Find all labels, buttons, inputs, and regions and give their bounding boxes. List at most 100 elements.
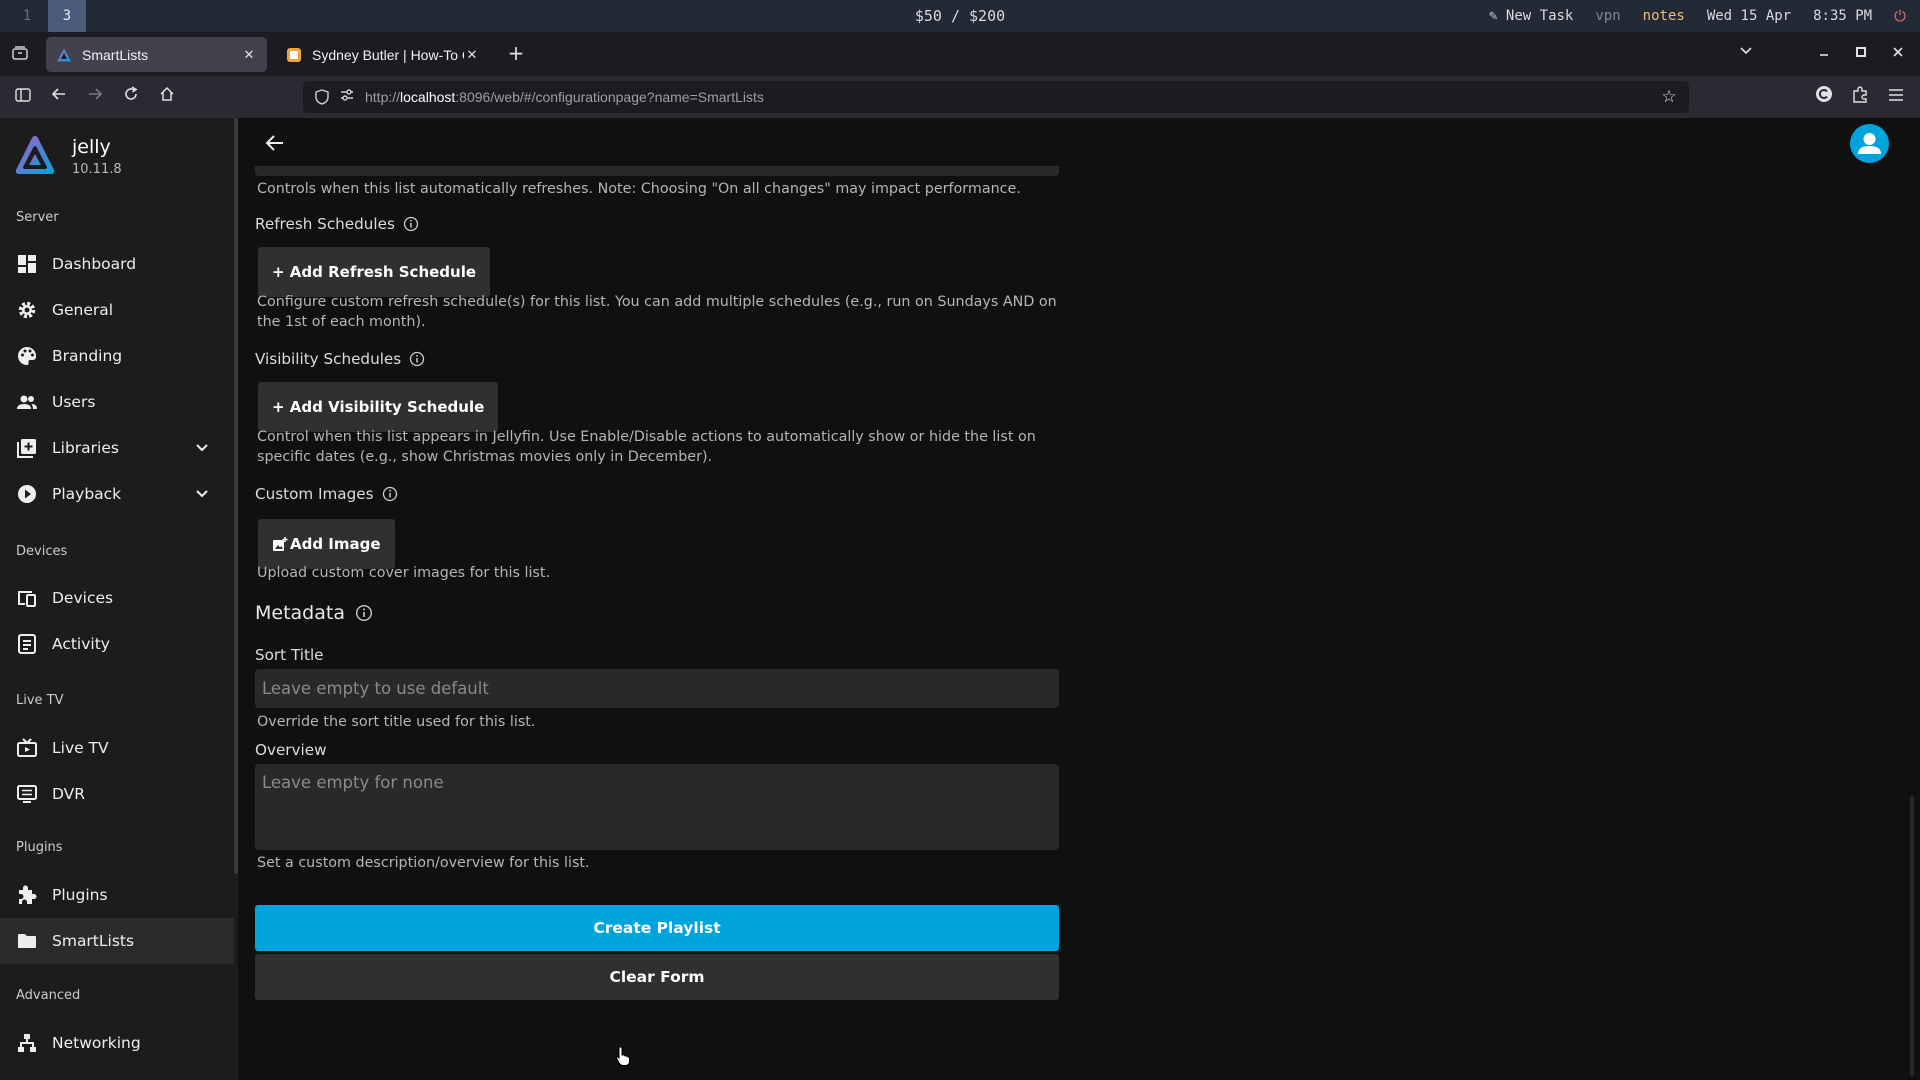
refresh-schedules-label-text: Refresh Schedules — [255, 215, 395, 233]
sidebar-item-smartlists[interactable]: SmartLists — [0, 918, 234, 964]
metadata-heading: Metadata — [255, 602, 373, 624]
extensions-icon[interactable] — [1848, 85, 1872, 109]
back-icon[interactable] — [47, 85, 71, 109]
tab-close-icon[interactable]: ✕ — [464, 47, 480, 63]
sidebar-item-dvr[interactable]: DVR — [0, 771, 234, 817]
sidebar-item-users[interactable]: Users — [0, 379, 234, 425]
custom-images-label-text: Custom Images — [255, 485, 374, 503]
workspace-1[interactable]: 1 — [8, 0, 46, 32]
close-window-icon[interactable] — [1886, 42, 1910, 66]
sidebar-item-general[interactable]: General — [0, 287, 234, 333]
vpn-indicator[interactable]: vpn — [1595, 8, 1620, 24]
workspace-3-active[interactable]: 3 — [48, 0, 86, 32]
server-name: jelly — [72, 136, 111, 158]
info-icon[interactable] — [409, 351, 425, 367]
new-task-button[interactable]: ✎ New Task — [1489, 8, 1573, 24]
person-icon — [1858, 133, 1881, 154]
add-photo-icon — [273, 537, 288, 551]
brand[interactable]: jelly 10.11.8 — [14, 134, 224, 190]
sidebar-item-label: Activity — [52, 635, 110, 653]
section-advanced: Advanced — [16, 988, 81, 1003]
user-avatar[interactable] — [1850, 124, 1889, 163]
bookmark-star-icon[interactable]: ☆ — [1659, 87, 1679, 107]
reload-icon[interactable] — [119, 85, 143, 109]
sort-title-input[interactable]: Leave empty to use default — [255, 669, 1059, 708]
activity-icon — [18, 634, 36, 654]
sidebar-item-label: Dashboard — [52, 255, 137, 273]
browser-nav-bar: http://localhost:8096/web/#/configuratio… — [0, 76, 1920, 118]
info-icon[interactable] — [382, 486, 398, 502]
site-favicon-icon — [287, 47, 301, 62]
devices-icon — [18, 591, 36, 607]
tab-overview-icon[interactable] — [10, 44, 30, 64]
list-all-tabs-icon[interactable] — [1734, 42, 1758, 66]
sidebar-item-libraries[interactable]: Libraries — [0, 425, 234, 471]
sort-title-label: Sort Title — [255, 646, 324, 664]
live-tv-icon — [17, 738, 37, 757]
sidebar-item-live-tv[interactable]: Live TV — [0, 725, 234, 771]
sidebar-item-plugins[interactable]: Plugins — [0, 872, 234, 918]
create-playlist-button[interactable]: Create Playlist — [255, 905, 1059, 951]
puzzle-icon — [19, 885, 37, 904]
clear-form-button[interactable]: Clear Form — [255, 954, 1059, 1000]
notes-indicator[interactable]: notes — [1643, 8, 1685, 24]
menu-icon[interactable] — [1884, 85, 1908, 109]
auto-refresh-select-edge[interactable] — [255, 166, 1059, 176]
sidebar-toggle-icon[interactable] — [11, 85, 35, 109]
add-refresh-schedule-button[interactable]: + Add Refresh Schedule — [258, 247, 491, 297]
dashboard-icon — [18, 255, 36, 273]
tab-sydney-butler[interactable]: Sydney Butler | How-To Ge ✕ — [276, 37, 490, 72]
network-icon — [18, 1034, 36, 1052]
address-bar[interactable]: http://localhost:8096/web/#/configuratio… — [303, 81, 1689, 113]
content-scrollbar[interactable] — [1910, 796, 1914, 1076]
chevron-down-icon[interactable] — [192, 438, 212, 458]
site-permissions-icon[interactable] — [339, 87, 357, 105]
section-live-tv: Live TV — [16, 693, 64, 708]
app-header — [238, 118, 1920, 166]
clock-time: 8:35 PM — [1813, 8, 1873, 24]
add-visibility-schedule-button[interactable]: + Add Visibility Schedule — [258, 382, 499, 432]
dvr-icon — [17, 785, 37, 803]
power-icon[interactable]: ⏻ — [1894, 7, 1906, 25]
tracking-shield-icon[interactable] — [313, 88, 331, 106]
sidebar-item-networking[interactable]: Networking — [0, 1020, 234, 1066]
sidebar-item-label: General — [52, 301, 114, 319]
sidebar-item-activity[interactable]: Activity — [0, 621, 234, 667]
arrow-back-icon[interactable] — [263, 131, 287, 155]
sidebar-item-dashboard[interactable]: Dashboard — [0, 241, 234, 287]
tab-label: SmartLists — [82, 46, 149, 63]
server-version: 10.11.8 — [72, 162, 122, 177]
visibility-schedules-help: Control when this list appears in Jellyf… — [257, 429, 1036, 465]
url-path: :8096/web/#/configurationpage?name=Smart… — [455, 89, 764, 105]
maximize-icon[interactable] — [1849, 42, 1873, 66]
forward-icon[interactable] — [83, 85, 107, 109]
sidebar-item-label: Playback — [52, 485, 122, 503]
refresh-schedules-help: Configure custom refresh schedule(s) for… — [257, 294, 1057, 330]
info-icon[interactable] — [403, 216, 419, 232]
home-icon[interactable] — [155, 85, 179, 109]
chevron-down-icon[interactable] — [192, 484, 212, 504]
info-icon[interactable] — [355, 604, 373, 622]
smartlists-config-form: Controls when this list automatically re… — [238, 166, 1920, 1080]
new-tab-icon[interactable]: + — [504, 42, 528, 66]
sidebar-item-label: Branding — [52, 347, 123, 365]
sidebar-item-playback[interactable]: Playback — [0, 471, 234, 517]
folder-icon — [18, 934, 36, 948]
tab-smartlists[interactable]: SmartLists ✕ — [46, 37, 267, 72]
mouse-cursor-icon — [615, 1046, 630, 1066]
sidebar-item-label: Plugins — [52, 886, 108, 904]
minimize-icon[interactable] — [1812, 42, 1836, 66]
overview-textarea[interactable]: Leave empty for none — [255, 764, 1059, 850]
sidebar-item-label: Libraries — [52, 439, 119, 457]
sidebar-item-branding[interactable]: Branding — [0, 333, 234, 379]
url-text[interactable]: http://localhost:8096/web/#/configuratio… — [365, 81, 764, 113]
section-plugins: Plugins — [16, 840, 63, 855]
new-task-label: New Task — [1505, 8, 1574, 24]
tab-close-icon[interactable]: ✕ — [241, 47, 257, 63]
sidebar-item-devices[interactable]: Devices — [0, 575, 234, 621]
add-image-button[interactable]: Add Image — [258, 519, 395, 569]
account-icon[interactable] — [1812, 85, 1836, 109]
users-icon — [17, 395, 37, 409]
gear-icon — [18, 301, 36, 319]
play-circle-icon — [18, 485, 36, 503]
